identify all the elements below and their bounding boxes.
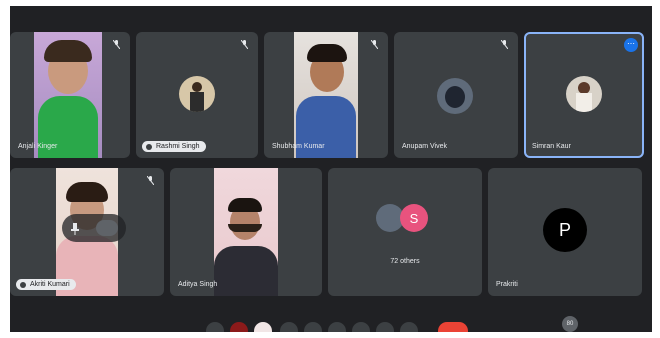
avatar-letter: P (558, 219, 571, 240)
avatar (179, 76, 215, 112)
participants-count-badge[interactable]: 80 (562, 316, 578, 332)
participant-name: Anupam Vivek (402, 143, 448, 150)
toolbar-button[interactable] (206, 322, 224, 332)
others-count-label: 72 others (390, 258, 420, 265)
participant-name: Anjali Kinger (18, 143, 58, 150)
avatar: P (543, 208, 587, 252)
hand-icon (146, 144, 152, 150)
participant-tile-anupam[interactable]: Anupam Vivek (394, 32, 518, 158)
participant-name: Prakriti (496, 281, 518, 288)
participant-tile-anjali[interactable]: Anjali Kinger (10, 32, 130, 158)
participant-name: Aditya Singh (178, 281, 218, 288)
others-tile[interactable]: S 72 others (328, 168, 482, 296)
participant-video (294, 32, 358, 158)
avatar (437, 78, 473, 114)
toolbar-button[interactable] (400, 322, 418, 332)
camera-button[interactable] (254, 322, 272, 332)
raise-hand-button[interactable] (352, 322, 370, 332)
participant-video (214, 168, 278, 296)
participant-tile-aditya[interactable]: Aditya Singh (170, 168, 322, 296)
more-options-icon[interactable] (96, 220, 118, 236)
avatar-letter: S (409, 210, 419, 226)
mic-off-icon (501, 40, 508, 49)
hand-icon (20, 282, 26, 288)
participant-name-pill: Akriti Kumari (16, 279, 76, 290)
tile-hover-controls (62, 214, 126, 242)
present-button[interactable] (328, 322, 346, 332)
more-button[interactable] (376, 322, 394, 332)
participant-video (34, 32, 102, 158)
meeting-window: Anjali Kinger Rashmi Singh Shubham Kumar (10, 6, 652, 332)
end-call-button[interactable] (438, 322, 468, 332)
captions-button[interactable] (280, 322, 298, 332)
participant-tile-shubham[interactable]: Shubham Kumar (264, 32, 388, 158)
meeting-toolbar: 80 (10, 316, 652, 332)
participant-tile-akriti[interactable]: Akriti Kumari (10, 168, 164, 296)
pin-icon[interactable] (70, 222, 80, 235)
participant-tile-rashmi[interactable]: Rashmi Singh (136, 32, 258, 158)
participant-tile-simran[interactable]: ⋯ Simran Kaur (524, 32, 644, 158)
mic-off-icon (241, 40, 248, 49)
participant-name: Akriti Kumari (30, 281, 70, 288)
participant-name: Shubham Kumar (272, 143, 325, 150)
participant-name: Simran Kaur (532, 143, 571, 150)
mic-button[interactable] (230, 322, 248, 332)
reactions-button[interactable] (304, 322, 322, 332)
participant-name: Rashmi Singh (156, 143, 200, 150)
mic-off-icon (113, 40, 120, 49)
others-avatar: S (400, 204, 428, 232)
mic-off-icon (147, 176, 154, 185)
participant-name-pill: Rashmi Singh (142, 141, 206, 152)
participant-tile-prakriti[interactable]: P Prakriti (488, 168, 642, 296)
avatar (566, 76, 602, 112)
more-options-icon[interactable]: ⋯ (624, 38, 638, 52)
mic-off-icon (371, 40, 378, 49)
